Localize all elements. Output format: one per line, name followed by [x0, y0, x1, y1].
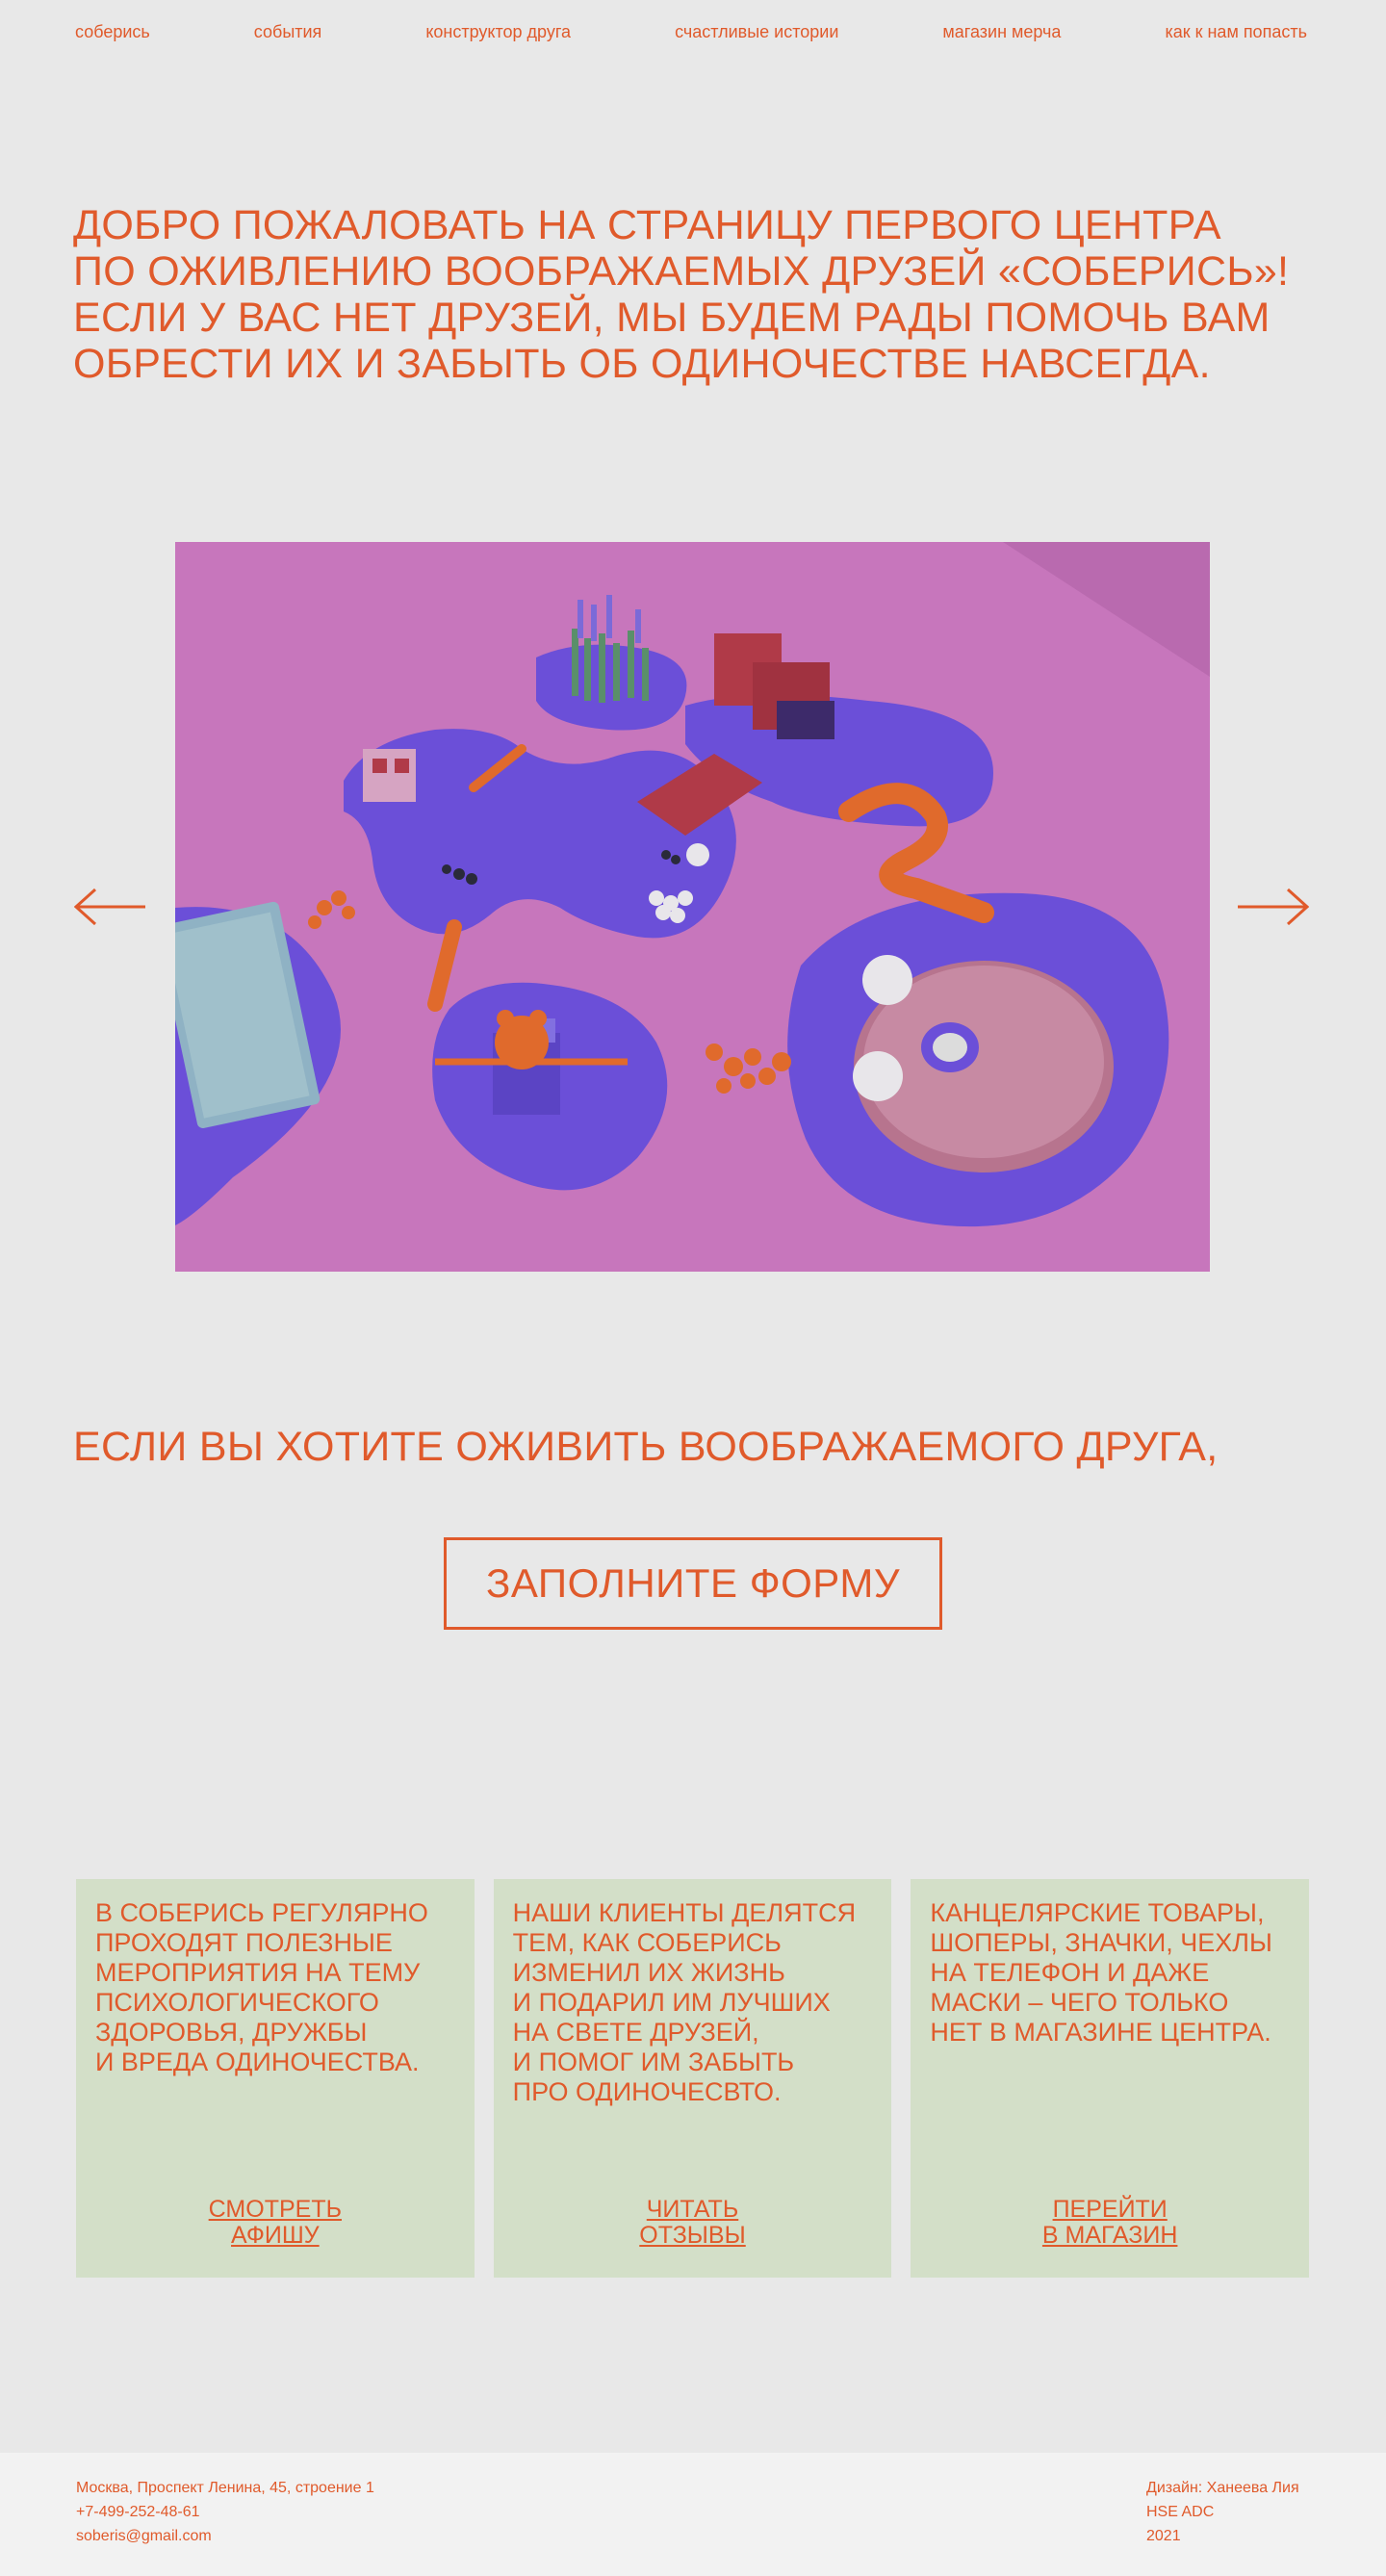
nav-item-how-to-get[interactable]: как к нам попасть — [1165, 21, 1307, 42]
shop-card: Канцелярские товары, шоперы, значки, чех… — [911, 1879, 1310, 2278]
reviews-card-text: Наши клиенты делятся тем, как Соберись и… — [512, 1898, 857, 2106]
arrow-right-icon — [1238, 888, 1310, 926]
read-reviews-link[interactable]: читать отзывы — [494, 2197, 892, 2249]
footer-address: Москва, Проспект Ленина, 45, строение 1 — [76, 2480, 374, 2496]
gallery-image — [175, 542, 1210, 1272]
hero-heading: Добро пожаловать на страницу первого цен… — [73, 202, 1324, 387]
nav-item-merch-shop[interactable]: магазин мерча — [942, 21, 1061, 42]
fill-form-button[interactable]: заполните форму — [444, 1537, 942, 1630]
main-nav: соберись события конструктор друга счаст… — [75, 21, 1307, 42]
shop-card-text: Канцелярские товары, шоперы, значки, чех… — [930, 1898, 1272, 2047]
hero-line: обрести их и забыть об одиночестве навсе… — [73, 341, 1211, 387]
events-card: В Соберись регулярно проходят полезные м… — [76, 1879, 475, 2278]
cta-heading: Если вы хотите оживить воображаемого дру… — [73, 1424, 1219, 1470]
hero-line: Если у вас нет друзей, мы будем рады пом… — [73, 295, 1270, 341]
hero-line: Добро пожаловать на страницу первого цен… — [73, 202, 1221, 248]
footer-year: 2021 — [1146, 2528, 1181, 2544]
reviews-card: Наши клиенты делятся тем, как Соберись и… — [493, 1879, 892, 2278]
info-cards: В Соберись регулярно проходят полезные м… — [76, 1879, 1310, 2278]
nav-item-friend-builder[interactable]: конструктор друга — [425, 21, 571, 42]
footer-school: HSE ADC — [1146, 2504, 1215, 2520]
footer-email[interactable]: soberis@gmail.com — [76, 2524, 374, 2548]
go-to-shop-link[interactable]: перейти в магазин — [911, 2197, 1309, 2249]
footer-credits: Дизайн: Ханеева Лия HSE ADC 2021 — [1146, 2476, 1299, 2548]
view-schedule-link[interactable]: смотреть афишу — [76, 2197, 475, 2249]
footer-design-credit: Дизайн: Ханеева Лия — [1146, 2480, 1299, 2496]
nav-item-soberis[interactable]: соберись — [75, 21, 150, 42]
footer: Москва, Проспект Ленина, 45, строение 1 … — [0, 2453, 1386, 2576]
gallery-prev-button[interactable] — [73, 886, 147, 928]
nav-item-happy-stories[interactable]: счастливые истории — [675, 21, 838, 42]
footer-phone[interactable]: +7-499-252-48-61 — [76, 2500, 374, 2524]
nav-item-events[interactable]: события — [254, 21, 322, 42]
hero-line: по оживлению воображаемых друзей «Собери… — [73, 248, 1290, 295]
footer-contacts: Москва, Проспект Ленина, 45, строение 1 … — [76, 2476, 374, 2548]
gallery-next-button[interactable] — [1236, 886, 1310, 928]
arrow-left-icon — [73, 888, 145, 926]
events-card-text: В Соберись регулярно проходят полезные м… — [95, 1898, 428, 2076]
